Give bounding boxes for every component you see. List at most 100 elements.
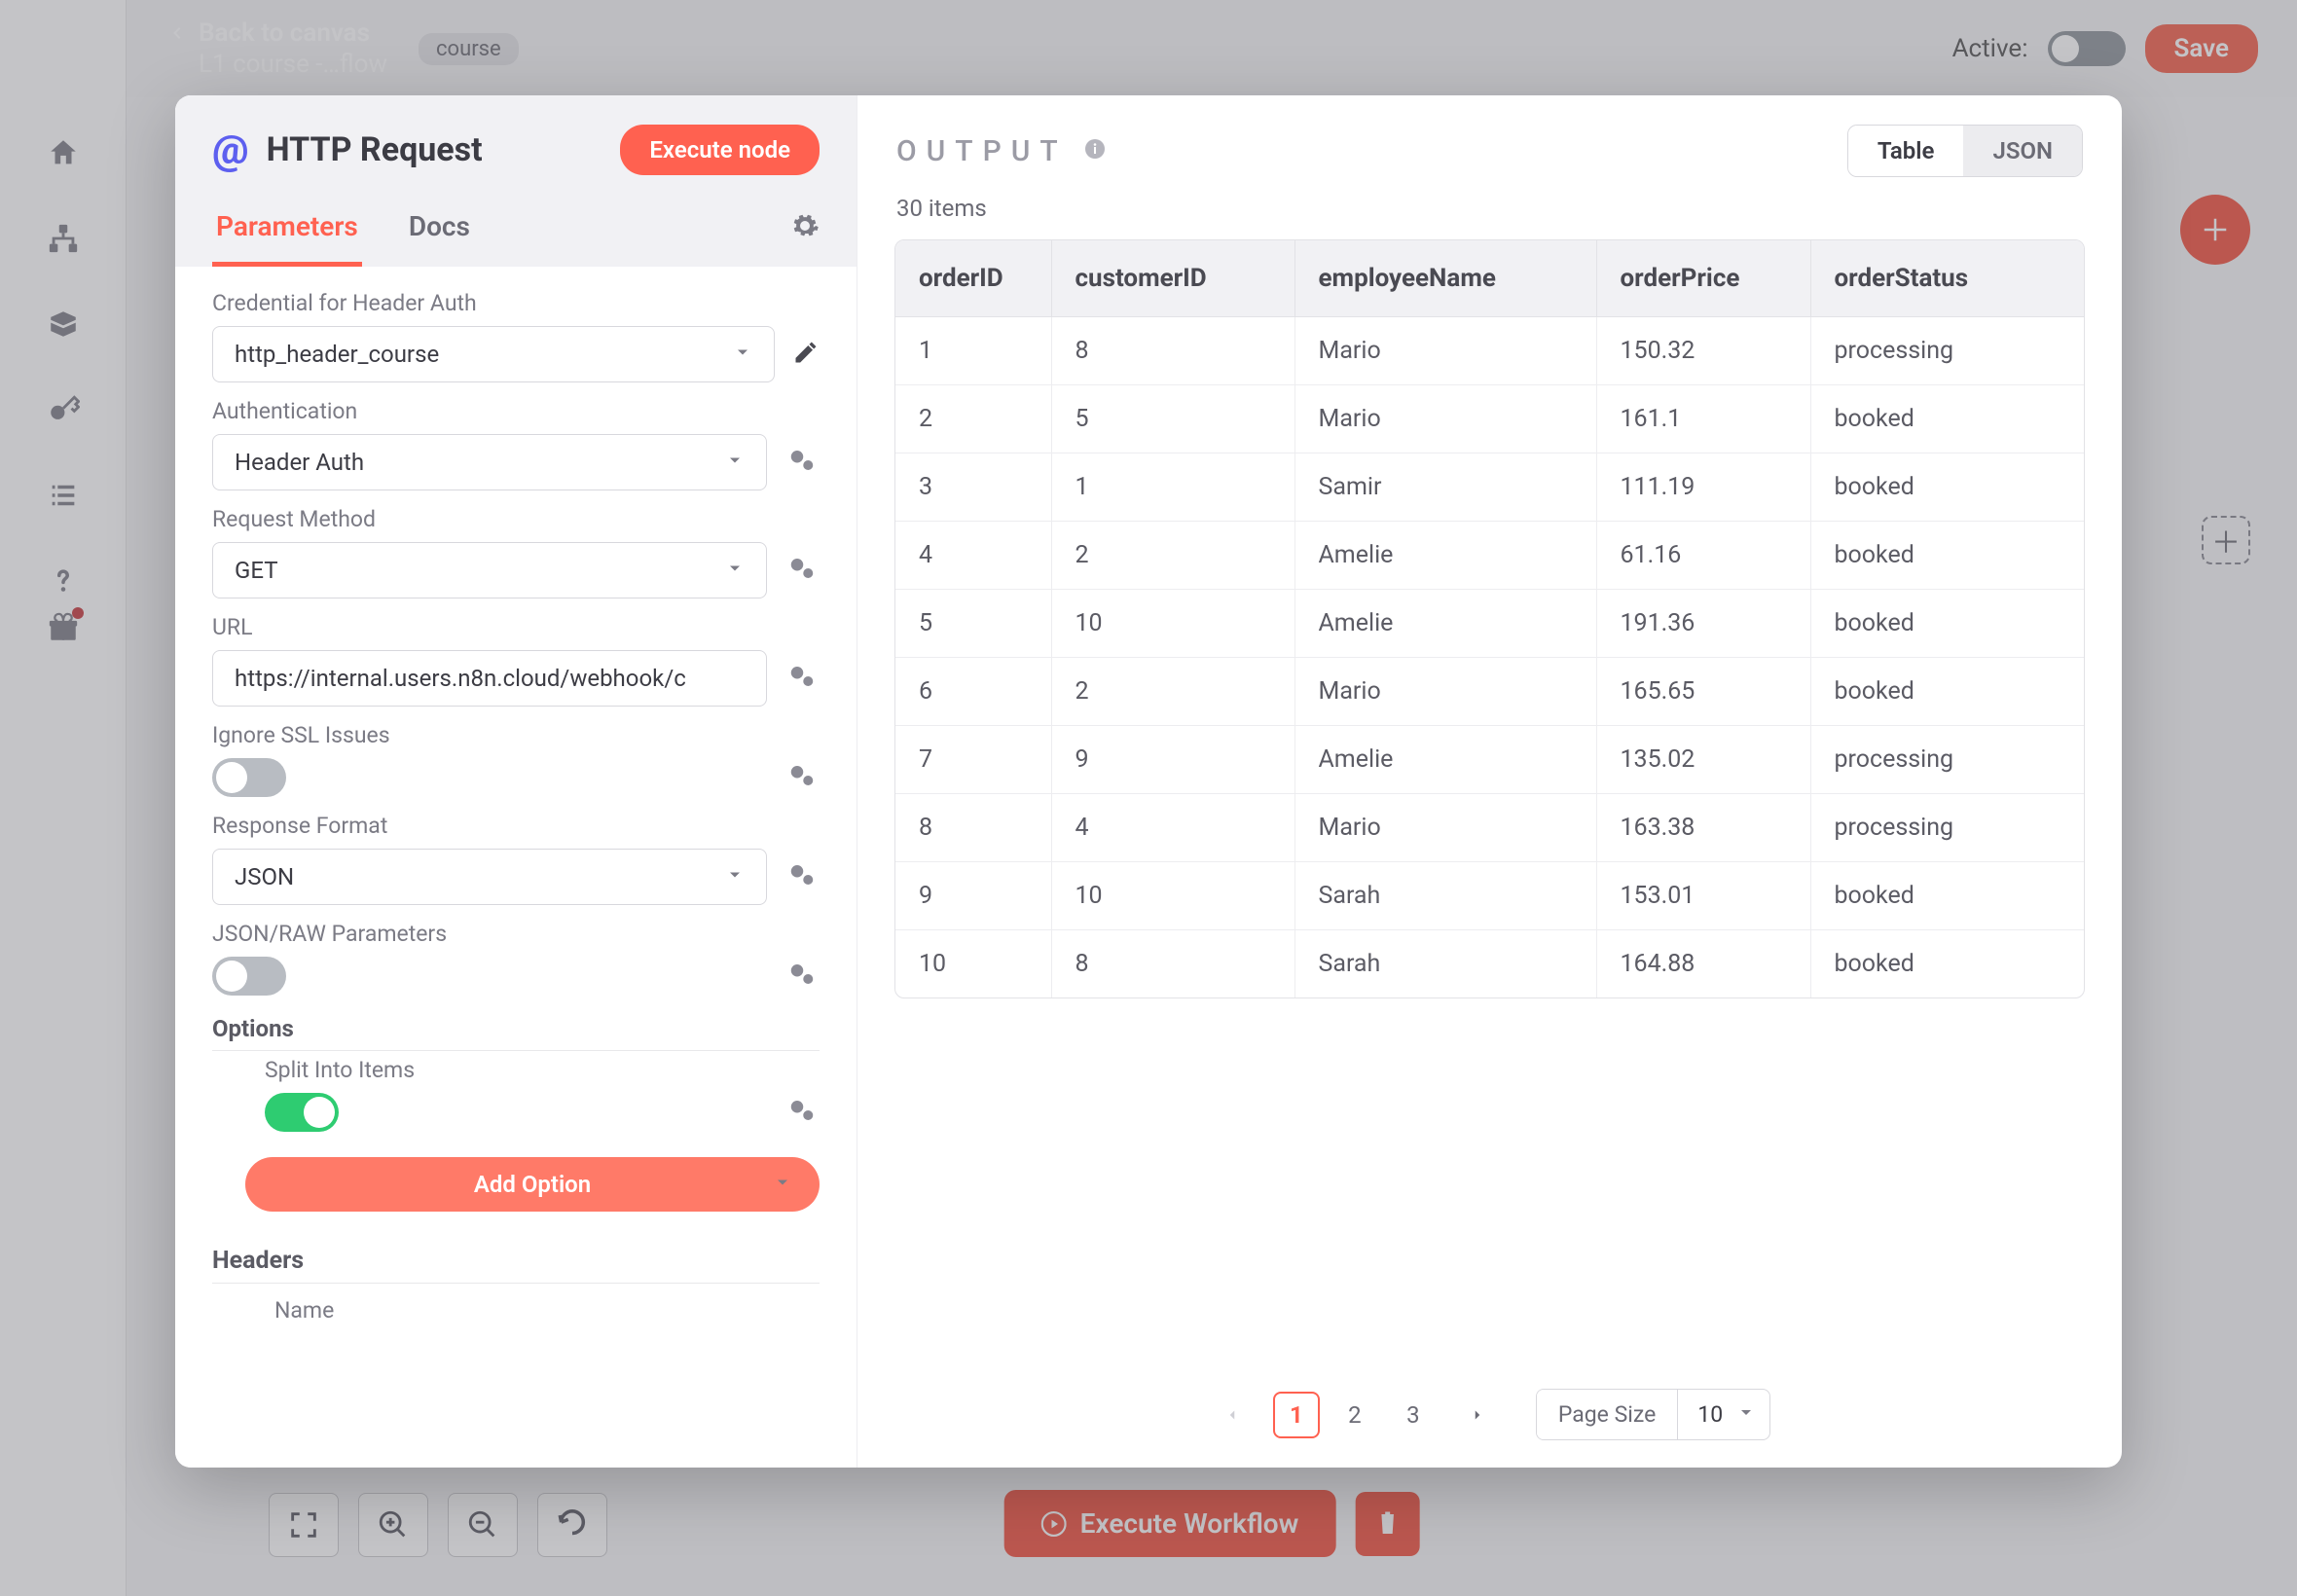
table-cell: Amelie: [1294, 590, 1596, 658]
add-option-button[interactable]: Add Option: [245, 1157, 820, 1212]
table-cell: processing: [1810, 726, 2084, 794]
split-into-items-toggle[interactable]: [265, 1093, 339, 1132]
table-cell: Mario: [1294, 794, 1596, 862]
param-options-icon[interactable]: [784, 960, 820, 993]
column-header[interactable]: orderPrice: [1596, 240, 1810, 317]
execute-node-button[interactable]: Execute node: [620, 125, 820, 175]
output-tab-table[interactable]: Table: [1848, 126, 1964, 176]
tab-docs[interactable]: Docs: [405, 195, 474, 267]
active-toggle[interactable]: [2048, 31, 2126, 66]
json-raw-label: JSON/RAW Parameters: [212, 921, 820, 947]
param-options-icon[interactable]: [784, 860, 820, 893]
table-cell: processing: [1810, 317, 2084, 385]
edit-credential-icon[interactable]: [792, 339, 820, 370]
back-to-canvas-link[interactable]: Back to canvas: [165, 18, 387, 48]
table-cell: 153.01: [1596, 862, 1810, 930]
output-tab-json[interactable]: JSON: [1963, 126, 2082, 176]
box-icon[interactable]: [47, 308, 80, 341]
url-input[interactable]: [212, 650, 767, 707]
pagination: 123 Page Size 10: [857, 1369, 2122, 1440]
save-button[interactable]: Save: [2145, 24, 2259, 73]
chevron-down-icon: [1736, 1401, 1756, 1428]
param-options-icon[interactable]: [784, 554, 820, 587]
page-number-3[interactable]: 3: [1390, 1392, 1437, 1438]
chevron-down-icon: [725, 863, 745, 890]
next-page-button[interactable]: [1454, 1392, 1501, 1438]
table-cell: 5: [1051, 385, 1294, 453]
json-raw-toggle[interactable]: [212, 957, 286, 996]
home-icon[interactable]: [47, 136, 80, 169]
column-header[interactable]: customerID: [1051, 240, 1294, 317]
table-row[interactable]: 42Amelie61.16booked: [895, 522, 2084, 590]
table-cell: 4: [895, 522, 1051, 590]
table-cell: 8: [1051, 317, 1294, 385]
node-settings-icon[interactable]: [790, 211, 820, 240]
table-row[interactable]: 62Mario165.65booked: [895, 658, 2084, 726]
chevron-down-icon: [725, 557, 745, 584]
node-output-panel: OUTPUT Table JSON 30 items orderIDcustom…: [857, 95, 2122, 1468]
execute-workflow-button[interactable]: Execute Workflow: [1004, 1490, 1336, 1557]
delete-button[interactable]: [1355, 1492, 1419, 1556]
authentication-select[interactable]: Header Auth: [212, 434, 767, 490]
table-cell: Samir: [1294, 453, 1596, 522]
column-header[interactable]: orderStatus: [1810, 240, 2084, 317]
credential-select[interactable]: http_header_course: [212, 326, 775, 382]
zoom-in-button[interactable]: [358, 1493, 428, 1557]
table-cell: booked: [1810, 453, 2084, 522]
table-row[interactable]: 31Samir111.19booked: [895, 453, 2084, 522]
node-editor-modal: @ HTTP Request Execute node Parameters D…: [175, 95, 2122, 1468]
url-label: URL: [212, 614, 820, 640]
table-cell: booked: [1810, 522, 2084, 590]
workflow-tag[interactable]: course: [419, 33, 519, 65]
node-parameters-panel: @ HTTP Request Execute node Parameters D…: [175, 95, 857, 1468]
undo-button[interactable]: [537, 1493, 607, 1557]
output-info-icon[interactable]: [1083, 137, 1107, 164]
page-size-select[interactable]: 10: [1678, 1390, 1769, 1439]
table-cell: 10: [1051, 590, 1294, 658]
http-icon: @: [212, 127, 249, 174]
help-icon[interactable]: [47, 564, 80, 598]
table-cell: 61.16: [1596, 522, 1810, 590]
table-cell: 2: [1051, 658, 1294, 726]
node-title: HTTP Request: [267, 130, 483, 169]
output-label: OUTPUT: [896, 134, 1068, 168]
table-cell: 191.36: [1596, 590, 1810, 658]
ignore-ssl-toggle[interactable]: [212, 758, 286, 797]
authentication-label: Authentication: [212, 398, 820, 424]
workflows-icon[interactable]: [47, 222, 80, 255]
tab-parameters[interactable]: Parameters: [212, 195, 362, 267]
table-cell: Amelie: [1294, 522, 1596, 590]
canvas-add-placeholder[interactable]: ＋: [2202, 516, 2250, 564]
key-icon[interactable]: [47, 393, 80, 426]
table-cell: booked: [1810, 658, 2084, 726]
chevron-down-icon: [773, 1171, 792, 1198]
table-row[interactable]: 84Mario163.38processing: [895, 794, 2084, 862]
param-options-icon[interactable]: [784, 761, 820, 794]
param-options-icon[interactable]: [784, 662, 820, 695]
page-number-1[interactable]: 1: [1273, 1392, 1320, 1438]
add-node-fab[interactable]: [2180, 195, 2250, 265]
table-row[interactable]: 18Mario150.32processing: [895, 317, 2084, 385]
response-format-label: Response Format: [212, 813, 820, 839]
request-method-label: Request Method: [212, 506, 820, 532]
column-header[interactable]: employeeName: [1294, 240, 1596, 317]
url-input-field[interactable]: [235, 665, 745, 692]
page-number-2[interactable]: 2: [1331, 1392, 1378, 1438]
table-row[interactable]: 79Amelie135.02processing: [895, 726, 2084, 794]
table-cell: 165.65: [1596, 658, 1810, 726]
prev-page-button[interactable]: [1209, 1392, 1256, 1438]
column-header[interactable]: orderID: [895, 240, 1051, 317]
table-row[interactable]: 108Sarah164.88booked: [895, 930, 2084, 998]
table-cell: booked: [1810, 385, 2084, 453]
table-cell: 135.02: [1596, 726, 1810, 794]
executions-icon[interactable]: [47, 479, 80, 512]
param-options-icon[interactable]: [784, 446, 820, 479]
param-options-icon[interactable]: [784, 1096, 820, 1129]
response-format-select[interactable]: JSON: [212, 849, 767, 905]
fit-view-button[interactable]: [269, 1493, 339, 1557]
request-method-select[interactable]: GET: [212, 542, 767, 598]
table-row[interactable]: 510Amelie191.36booked: [895, 590, 2084, 658]
table-row[interactable]: 910Sarah153.01booked: [895, 862, 2084, 930]
zoom-out-button[interactable]: [448, 1493, 518, 1557]
table-row[interactable]: 25Mario161.1booked: [895, 385, 2084, 453]
